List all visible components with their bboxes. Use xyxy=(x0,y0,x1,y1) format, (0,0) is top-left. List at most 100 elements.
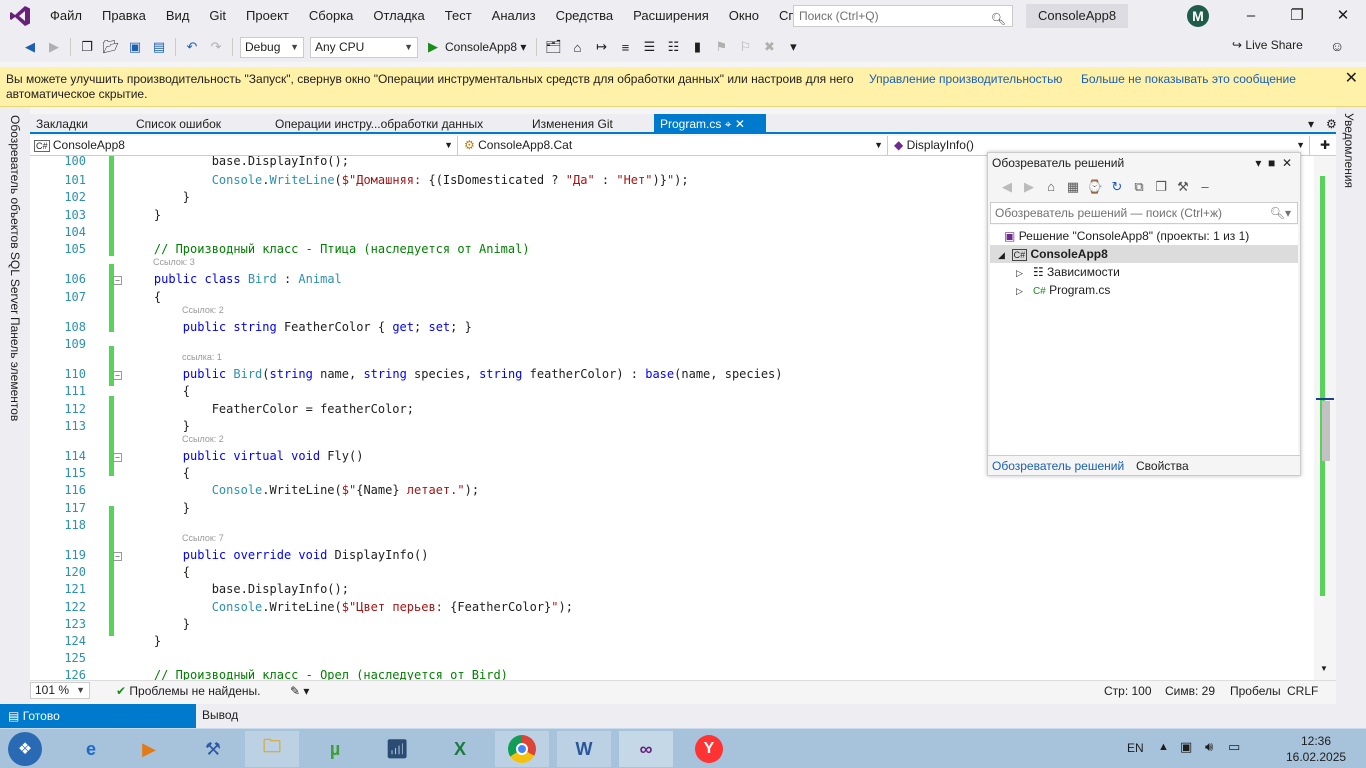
menu-item-4[interactable]: Проект xyxy=(236,0,299,32)
minimize-icon[interactable]: – xyxy=(1228,0,1274,32)
settings-icon[interactable]: ⚙ xyxy=(1320,114,1343,134)
redo-icon[interactable]: ↷ xyxy=(206,37,226,57)
code-lens[interactable]: Ссылок: 3 xyxy=(153,257,195,267)
back-icon[interactable]: ◀ xyxy=(20,37,40,57)
brush-icon[interactable]: ✎ ▾ xyxy=(290,684,309,698)
menu-item-1[interactable]: Правка xyxy=(92,0,156,32)
start-button[interactable]: ❖ xyxy=(0,731,50,767)
sql-server-explorer-tab[interactable]: Обозреватель объектов SQL Server xyxy=(8,115,22,314)
menu-item-7[interactable]: Тест xyxy=(435,0,482,32)
fold-icon[interactable]: − xyxy=(113,552,122,561)
comment-icon[interactable]: ☰ xyxy=(639,37,659,57)
column-number[interactable]: Симв: 29 xyxy=(1165,684,1215,698)
avatar[interactable]: M xyxy=(1187,5,1209,27)
chevron-down-icon[interactable]: ▾ xyxy=(1255,156,1261,170)
menu-item-6[interactable]: Отладка xyxy=(363,0,434,32)
excel-icon[interactable]: X xyxy=(433,731,487,767)
toolbox-icon[interactable]: 🗂︎ xyxy=(543,37,563,57)
overflow-icon[interactable]: ▾ xyxy=(783,37,803,57)
pin-icon[interactable]: ⌖ xyxy=(725,117,732,131)
next-bookmark-icon[interactable]: ⚐ xyxy=(735,37,755,57)
code-lens[interactable]: Ссылок: 2 xyxy=(182,434,224,444)
run-target-button[interactable]: ConsoleApp8 ▾ xyxy=(445,40,526,54)
tab-solution-explorer[interactable]: Обозреватель решений xyxy=(992,459,1124,473)
tools-icon[interactable]: ⚒ xyxy=(186,731,240,767)
project-select[interactable]: C# ConsoleApp8 ▼ xyxy=(30,136,458,155)
code-lens[interactable]: Ссылок: 2 xyxy=(182,305,224,315)
show-hidden-icons[interactable]: ▲ xyxy=(1158,741,1169,753)
close-icon[interactable]: ✕ xyxy=(735,117,745,131)
maximize-icon[interactable]: ■ xyxy=(1268,156,1275,170)
tab-list-icon[interactable]: ▾ xyxy=(1302,114,1320,134)
menu-item-8[interactable]: Анализ xyxy=(482,0,546,32)
notifications-tab[interactable]: Уведомления xyxy=(1342,113,1356,188)
visual-studio-logo-icon[interactable] xyxy=(0,0,40,32)
close-icon[interactable]: ✕ xyxy=(1320,0,1366,32)
output-tab[interactable]: Вывод xyxy=(202,708,238,722)
bookmark-icon[interactable]: ▮ xyxy=(687,37,707,57)
tree-item-solution[interactable]: ▣ Решение "ConsoleApp8" (проекты: 1 из 1… xyxy=(1004,227,1249,245)
language-indicator[interactable]: EN xyxy=(1127,741,1144,755)
home-icon[interactable]: ⌂ xyxy=(1040,179,1062,195)
close-icon[interactable]: ✕ xyxy=(1282,156,1292,170)
run-icon[interactable]: ▶ xyxy=(423,37,443,57)
clock[interactable]: 12:36 16.02.2025 xyxy=(1286,733,1346,765)
class-select[interactable]: ⚙ ConsoleApp8.Cat ▼ xyxy=(460,136,888,155)
open-folder-icon[interactable]: 📂︎ xyxy=(101,37,121,57)
file-explorer-icon[interactable]: 🗀︎ xyxy=(245,731,299,767)
split-icon[interactable]: ✚ xyxy=(1316,136,1336,155)
volume-icon[interactable]: 🔊︎ xyxy=(1205,739,1213,755)
tab-git-changes[interactable]: Изменения Git xyxy=(526,114,619,134)
fold-icon[interactable]: − xyxy=(113,276,122,285)
menu-item-9[interactable]: Средства xyxy=(546,0,624,32)
toolbox-tab[interactable]: Панель элементов xyxy=(8,317,22,421)
feedback-icon[interactable]: ☺ xyxy=(1330,38,1344,54)
collapse-all-icon[interactable]: ⧉ xyxy=(1128,179,1150,195)
visual-studio-icon[interactable]: ∞ xyxy=(619,731,673,767)
clear-bookmarks-icon[interactable]: ✖ xyxy=(759,37,779,57)
preview-icon[interactable]: ‒ xyxy=(1194,179,1216,195)
dismiss-message-link[interactable]: Больше не показывать это сообщение xyxy=(1081,72,1296,87)
scroll-down-icon[interactable]: ▼ xyxy=(1320,664,1328,673)
fold-icon[interactable]: − xyxy=(113,453,122,462)
tab-bookmarks[interactable]: Закладки xyxy=(30,114,94,134)
utorrent-icon[interactable]: µ xyxy=(308,731,362,767)
manage-performance-link[interactable]: Управление производительностью xyxy=(869,72,1062,87)
code-lens[interactable]: ссылка: 1 xyxy=(182,352,222,362)
problems-status[interactable]: ✔ Проблемы не найдены. xyxy=(116,684,261,698)
network-icon[interactable]: ▣ xyxy=(1180,739,1192,755)
line-endings[interactable]: CRLF xyxy=(1287,684,1318,698)
fold-icon[interactable]: − xyxy=(113,371,122,380)
show-all-files-icon[interactable]: ❐ xyxy=(1150,179,1172,195)
forward-icon[interactable]: ▶ xyxy=(1018,179,1040,195)
menu-item-0[interactable]: Файл xyxy=(40,0,92,32)
tree-item-program-cs[interactable]: ▷ C# Program.cs xyxy=(1016,281,1110,299)
internet-explorer-icon[interactable]: e xyxy=(64,731,118,767)
tab-error-list[interactable]: Список ошибок xyxy=(130,114,227,134)
battery-icon[interactable]: ▭ xyxy=(1228,739,1240,755)
close-icon[interactable]: ✕ xyxy=(1345,71,1358,87)
solution-search-input[interactable]: Обозреватель решений — поиск (Ctrl+ж) 🔍︎▾ xyxy=(990,202,1298,224)
configuration-select[interactable]: Debug ▼ xyxy=(240,36,304,58)
pending-changes-icon[interactable]: ⌚ xyxy=(1084,179,1106,195)
tab-program-cs[interactable]: Program.cs ⌖ ✕ xyxy=(654,114,766,134)
tree-item-dependencies[interactable]: ▷ ☷ Зависимости xyxy=(1016,263,1120,281)
undo-icon[interactable]: ↶ xyxy=(182,37,202,57)
tab-data-operations[interactable]: Операции инстру...обработки данных xyxy=(269,114,489,134)
search-input[interactable]: Поиск (Ctrl+Q) 🔍︎ xyxy=(793,5,1013,27)
tab-properties[interactable]: Свойства xyxy=(1136,459,1189,473)
indent-mode[interactable]: Пробелы xyxy=(1230,684,1281,698)
vertical-scrollbar[interactable]: ▼ xyxy=(1314,156,1336,680)
menu-item-11[interactable]: Окно xyxy=(719,0,769,32)
save-icon[interactable]: ▣ xyxy=(125,37,145,57)
restore-icon[interactable]: ❐ xyxy=(1274,0,1320,32)
wireless-icon[interactable]: 📶︎ xyxy=(370,731,424,767)
uncomment-icon[interactable]: ☷ xyxy=(663,37,683,57)
tree-item-project[interactable]: ◢ C# ConsoleApp8 xyxy=(990,245,1298,263)
new-project-icon[interactable]: ❐ xyxy=(77,37,97,57)
save-all-icon[interactable]: ▤ xyxy=(149,37,169,57)
platform-select[interactable]: Any CPU ▼ xyxy=(310,36,418,58)
zoom-select[interactable]: 101 % ▼ xyxy=(30,682,90,699)
forward-icon[interactable]: ▶ xyxy=(44,37,64,57)
prev-bookmark-icon[interactable]: ⚑ xyxy=(711,37,731,57)
